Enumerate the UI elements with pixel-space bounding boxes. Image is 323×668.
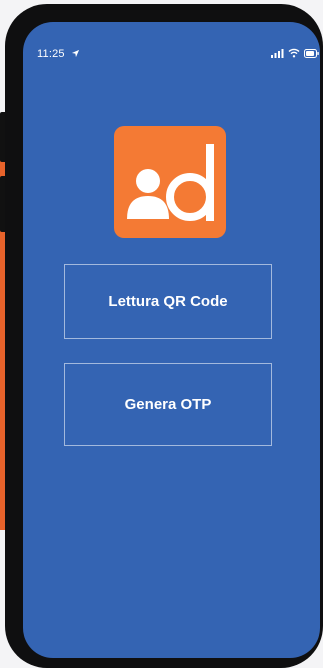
qr-code-reader-label: Lettura QR Code — [108, 293, 228, 310]
phone-frame: 11:25 d Lettura QR Code Genera OTP — [5, 4, 323, 668]
generate-otp-button[interactable]: Genera OTP — [64, 363, 272, 446]
app-logo-icon: d — [114, 126, 226, 238]
cellular-signal-icon — [271, 49, 284, 58]
app-screen: 11:25 d Lettura QR Code Genera OTP — [23, 22, 320, 658]
status-time: 11:25 — [37, 48, 65, 60]
generate-otp-label: Genera OTP — [124, 396, 212, 413]
wifi-icon — [288, 48, 300, 58]
location-arrow-icon — [71, 49, 80, 58]
qr-code-reader-button[interactable]: Lettura QR Code — [64, 264, 272, 339]
stage: 11:25 d Lettura QR Code Genera OTP — [0, 0, 323, 668]
status-bar: 11:25 — [23, 22, 320, 60]
battery-icon — [304, 49, 319, 58]
